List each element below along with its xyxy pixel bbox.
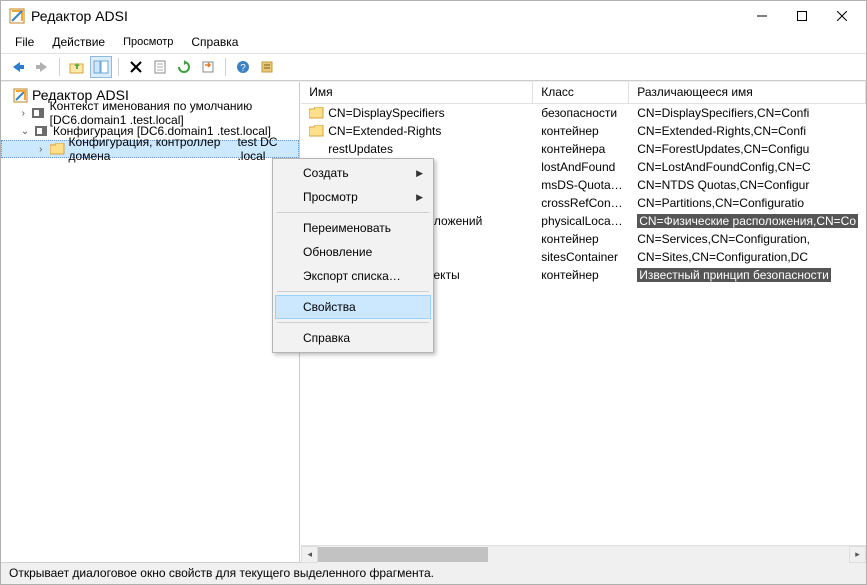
- cell-dn: CN=Partitions,CN=Configuratio: [629, 196, 866, 210]
- status-bar: Открывает диалоговое окно свойств для те…: [1, 562, 866, 584]
- titlebar: Редактор ADSI: [1, 1, 866, 31]
- context-item-label: Просмотр: [303, 190, 358, 204]
- list-header: Имя Класс Различающееся имя: [301, 82, 866, 104]
- context-item-label: Экспорт списка…: [303, 269, 401, 283]
- cell-dn: CN=DisplaySpecifiers,CN=Confi: [629, 106, 866, 120]
- toolbar-separator: [59, 58, 60, 76]
- cell-dn: CN=ForestUpdates,CN=Configu: [629, 142, 866, 156]
- menu-file[interactable]: File: [7, 33, 42, 51]
- app-icon: [9, 8, 25, 24]
- column-dn[interactable]: Различающееся имя: [629, 82, 866, 103]
- submenu-arrow-icon: ▶: [416, 192, 423, 203]
- cell-name-text: CN=DisplaySpecifiers: [328, 106, 444, 120]
- list-row[interactable]: CN=DisplaySpecifiers безопасностиCN=Displ…: [301, 104, 866, 122]
- toolbar-separator: [118, 58, 119, 76]
- cell-dn: CN=NTDS Quotas,CN=Configur: [629, 178, 866, 192]
- book-icon: [32, 107, 46, 119]
- context-item[interactable]: Создать ▶: [275, 161, 431, 185]
- context-menu: Создать ▶ Просмотр ▶ Переименовать Обновление…: [272, 158, 434, 353]
- cell-name: CN=DisplaySpecifiers: [301, 106, 533, 120]
- context-item-label: Создать: [303, 166, 349, 180]
- list-row[interactable]: CN=Extended-Rights контейнерCN=Extended-R…: [301, 122, 866, 140]
- cell-dn: CN=Extended-Rights,CN=Confi: [629, 124, 866, 138]
- context-separator: [277, 212, 429, 213]
- tree-node-default-naming[interactable]: › Контекст именования по умолчанию [DC6.…: [1, 104, 299, 122]
- cell-dn: CN=Sites,CN=Configuration,DC: [629, 250, 866, 264]
- cell-class: безопасности: [533, 106, 629, 120]
- menubar: File Действие Просмотр Справка: [1, 31, 866, 53]
- refresh-button[interactable]: [173, 56, 195, 78]
- context-item[interactable]: Справка: [275, 326, 431, 350]
- window-title: Редактор ADSI: [31, 8, 128, 24]
- cell-class: sitesContainer: [533, 250, 629, 264]
- cell-name-text: CN=Extended-Rights: [328, 124, 441, 138]
- context-item-label: Справка: [303, 331, 350, 345]
- context-item-label: Переименовать: [303, 221, 391, 235]
- tree-panel: Редактор ADSI › Контекст именования по у…: [1, 82, 300, 562]
- context-item-label: Обновление: [303, 245, 372, 259]
- up-folder-button[interactable]: [66, 56, 88, 78]
- show-pane-button[interactable]: [90, 56, 112, 78]
- cell-dn: CN=LostAndFoundConfig,CN=C: [629, 160, 866, 174]
- cell-class: контейнер: [533, 268, 629, 282]
- cell-class: контейнер: [533, 232, 629, 246]
- tree-node-label: Контекст именования по умолчанию [DC6.do…: [50, 99, 296, 127]
- scroll-thumb[interactable]: [318, 547, 488, 562]
- cell-class: crossRefCon…: [533, 196, 629, 210]
- menu-help[interactable]: Справка: [183, 33, 246, 51]
- tree-node-label: Конфигурация, контроллер домена: [69, 135, 226, 163]
- cell-dn: CN=Services,CN=Configuration,: [629, 232, 866, 246]
- context-item[interactable]: Обновление: [275, 240, 431, 264]
- horizontal-scrollbar[interactable]: ◂ ▸: [301, 545, 866, 562]
- tree-node-config-dc[interactable]: › Конфигурация, контроллер домена test D…: [1, 140, 299, 158]
- context-item-label: Свойства: [303, 300, 356, 314]
- delete-button[interactable]: [125, 56, 147, 78]
- context-separator: [277, 291, 429, 292]
- column-class[interactable]: Класс: [533, 82, 629, 103]
- forward-button[interactable]: [31, 56, 53, 78]
- cell-class: msDS-Quota…: [533, 178, 629, 192]
- cell-class: lostAndFound: [533, 160, 629, 174]
- close-button[interactable]: [822, 2, 862, 30]
- svg-text:?: ?: [240, 63, 246, 74]
- cell-class: контейнера: [533, 142, 629, 156]
- book-icon: [35, 125, 49, 137]
- cell-dn: CN=Физические расположения,CN=Со: [629, 214, 866, 228]
- cell-name: restUpdates: [301, 142, 533, 156]
- toolbar-separator: [225, 58, 226, 76]
- folder-icon: [309, 125, 324, 137]
- adsi-root-icon: [13, 88, 28, 103]
- scroll-right-button[interactable]: ▸: [849, 546, 866, 563]
- expand-icon[interactable]: ›: [19, 108, 28, 119]
- maximize-button[interactable]: [782, 2, 822, 30]
- expand-icon[interactable]: ›: [36, 144, 46, 155]
- scroll-left-button[interactable]: ◂: [301, 546, 318, 563]
- toolbar: ?: [1, 53, 866, 81]
- list-row[interactable]: restUpdates контейнераCN=ForestUpdates,CN…: [301, 140, 866, 158]
- context-item[interactable]: Экспорт списка…: [275, 264, 431, 288]
- column-name[interactable]: Имя: [301, 82, 533, 103]
- cell-class: physicalLoca…: [533, 214, 629, 228]
- context-item[interactable]: Просмотр ▶: [275, 185, 431, 209]
- folder-icon: [309, 107, 324, 119]
- cell-class: контейнер: [533, 124, 629, 138]
- context-separator: [277, 322, 429, 323]
- properties-button[interactable]: [149, 56, 171, 78]
- scroll-track[interactable]: [318, 546, 849, 563]
- collapse-icon[interactable]: ⌄: [19, 126, 31, 137]
- menu-view[interactable]: Просмотр: [115, 34, 181, 50]
- context-item[interactable]: Переименовать: [275, 216, 431, 240]
- folder-icon: [50, 143, 65, 155]
- context-item[interactable]: Свойства: [275, 295, 431, 319]
- back-button[interactable]: [7, 56, 29, 78]
- minimize-button[interactable]: [742, 2, 782, 30]
- export-button[interactable]: [197, 56, 219, 78]
- options-button[interactable]: [256, 56, 278, 78]
- help-button[interactable]: ?: [232, 56, 254, 78]
- cell-name: CN=Extended-Rights: [301, 124, 533, 138]
- submenu-arrow-icon: ▶: [416, 168, 423, 179]
- menu-action[interactable]: Действие: [44, 33, 113, 51]
- cell-name-text: restUpdates: [328, 142, 393, 156]
- cell-dn: Известный принцип безопасности: [629, 268, 866, 282]
